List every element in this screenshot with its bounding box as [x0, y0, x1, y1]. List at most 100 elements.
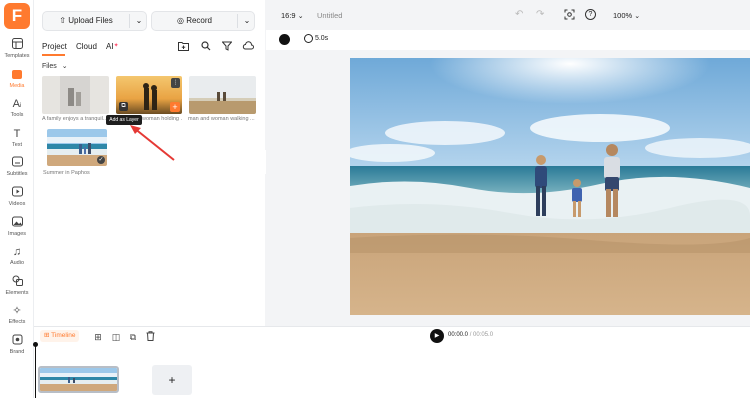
timeline-clip-summer-in-paphos[interactable] — [38, 366, 119, 393]
timeline-panel: ⊞ Timeline ⊞ ◫ ⧉ ▶ 00:00.0 / 00:05.0 + — [33, 326, 750, 398]
rail-item-subtitles[interactable]: Subtitles — [0, 155, 34, 181]
rail-item-label: Audio — [9, 260, 25, 266]
media-thumbnail-woman-holding[interactable]: ⋮ ⧉ + — [116, 76, 182, 114]
images-icon — [0, 216, 34, 230]
rail-item-label: Text — [11, 142, 23, 148]
rail-item-label: Subtitles — [6, 171, 28, 177]
tab-ai[interactable]: AI✦ — [106, 42, 119, 51]
duplicate-icon[interactable]: ⧉ — [127, 331, 139, 343]
undo-icon[interactable]: ↶ — [515, 9, 523, 20]
audio-icon: ♫ — [12, 246, 22, 258]
chevron-down-icon: ⌄ — [634, 13, 641, 20]
rail-item-templates[interactable]: Templates — [0, 37, 34, 63]
timeline-label: Timeline — [51, 332, 76, 339]
add-as-layer-icon[interactable]: ⧉ — [119, 102, 128, 111]
active-tab-indicator — [42, 54, 65, 56]
files-label: Files — [42, 63, 57, 70]
elements-icon — [0, 275, 34, 289]
checkmark-icon: ✓ — [97, 156, 105, 164]
app-logo[interactable]: F — [4, 3, 30, 29]
split-icon[interactable]: ◫ — [110, 331, 122, 343]
rail-item-label: Elements — [5, 290, 29, 296]
media-thumbnail-family-tranquil[interactable] — [42, 76, 109, 114]
search-icon[interactable] — [199, 41, 213, 55]
delete-icon[interactable] — [144, 331, 156, 343]
screenshot-icon[interactable] — [564, 9, 575, 22]
redo-icon[interactable]: ↷ — [536, 9, 544, 20]
media-caption: A family enjoys a tranquil... — [42, 116, 108, 122]
duration-label: 5.0s — [314, 35, 329, 42]
tab-label: Cloud — [76, 42, 97, 51]
upload-files-button[interactable]: ⇧ Upload Files ⌄ — [42, 11, 147, 31]
canvas-subbar: 5.0s — [266, 30, 750, 50]
chevron-down-icon[interactable]: ⌄ — [130, 12, 148, 30]
rail-item-media[interactable]: Media — [0, 67, 34, 93]
chevron-down-icon[interactable]: ⌄ — [238, 12, 256, 30]
play-button[interactable]: ▶ — [430, 329, 444, 343]
sparkle-icon: ✦ — [113, 43, 119, 49]
timeline-icon: ⊞ — [44, 332, 50, 339]
rail-item-label: Effects — [8, 319, 26, 325]
media-icon — [0, 68, 34, 82]
rail-item-elements[interactable]: Elements — [0, 274, 34, 300]
add-clip-button[interactable]: + — [152, 365, 192, 395]
chevron-down-icon: ⌄ — [297, 13, 304, 20]
add-to-timeline-button[interactable]: + — [170, 102, 180, 112]
playhead-knob[interactable] — [33, 342, 38, 347]
media-caption: Summer in Paphos — [43, 170, 90, 176]
rail-item-tools[interactable]: Ai Tools — [0, 96, 34, 122]
timeline-toggle-button[interactable]: ⊞ Timeline — [40, 330, 80, 342]
media-thumbnail-summer-in-paphos[interactable]: ✓ — [47, 129, 107, 166]
playhead[interactable] — [33, 342, 38, 398]
record-button[interactable]: ◎ Record ⌄ — [151, 11, 255, 31]
media-thumbnail-man-woman-walking[interactable] — [189, 76, 256, 114]
rail-item-videos[interactable]: Videos — [0, 185, 34, 211]
brand-icon — [0, 334, 34, 348]
clock-icon — [304, 34, 313, 43]
rail-item-label: Brand — [9, 349, 25, 355]
effects-icon: ✧ — [12, 305, 22, 317]
rail-item-images[interactable]: Images — [0, 215, 34, 241]
new-folder-icon[interactable] — [176, 41, 190, 55]
upload-files-label: Upload Files — [68, 16, 113, 25]
aspect-ratio-select[interactable]: 16:9 ⌄ — [281, 11, 304, 20]
total-time: 00:05.0 — [473, 332, 494, 338]
canvas-preview-image[interactable] — [350, 58, 750, 315]
rail-item-text[interactable]: T Text — [0, 126, 34, 152]
rail-item-label: Media — [9, 83, 25, 89]
tab-cloud[interactable]: Cloud — [76, 42, 97, 51]
rail-item-label: Videos — [8, 201, 26, 207]
cloud-icon[interactable] — [241, 41, 255, 55]
rail-item-effects[interactable]: ✧ Effects — [0, 303, 34, 329]
help-icon[interactable]: ? — [585, 9, 596, 20]
zoom-select[interactable]: 100% ⌄ — [613, 11, 640, 20]
top-toolbar: 16:9 ⌄ Untitled ↶ ↷ ? 100% ⌄ — [266, 0, 750, 30]
upload-files-main: ⇧ Upload Files — [43, 12, 129, 30]
project-title[interactable]: Untitled — [317, 11, 342, 20]
video-editor-app: F Templates Media Ai Tools T Text Subtit… — [0, 0, 750, 398]
rail-item-label: Images — [7, 231, 27, 237]
add-track-icon[interactable]: ⊞ — [92, 331, 104, 343]
tab-label: AI — [106, 42, 114, 51]
duration-control[interactable]: 5.0s — [304, 34, 328, 43]
tab-project[interactable]: Project — [42, 42, 67, 56]
annotation-arrow-icon — [130, 125, 175, 161]
rail-item-audio[interactable]: ♫ Audio — [0, 244, 34, 270]
filter-icon[interactable] — [220, 41, 234, 55]
aspect-ratio-label: 16:9 — [281, 11, 296, 20]
rail-item-label: Templates — [4, 53, 30, 59]
zoom-label: 100% — [613, 11, 633, 20]
record-label: Record — [186, 16, 212, 25]
rail-item-brand[interactable]: Brand — [0, 333, 34, 359]
left-nav-rail: F Templates Media Ai Tools T Text Subtit… — [0, 0, 34, 398]
rail-item-label: Tools — [10, 112, 24, 118]
files-section-header[interactable]: Files ⌄ — [42, 62, 68, 70]
text-icon: T — [13, 128, 21, 140]
subtitles-icon — [0, 156, 34, 170]
more-options-icon[interactable]: ⋮ — [171, 78, 180, 88]
chevron-down-icon: ⌄ — [61, 63, 68, 70]
background-color-swatch[interactable] — [279, 34, 290, 45]
upload-icon: ⇧ — [59, 16, 66, 25]
templates-icon — [0, 38, 34, 52]
ai-tools-icon: Ai — [12, 98, 22, 110]
